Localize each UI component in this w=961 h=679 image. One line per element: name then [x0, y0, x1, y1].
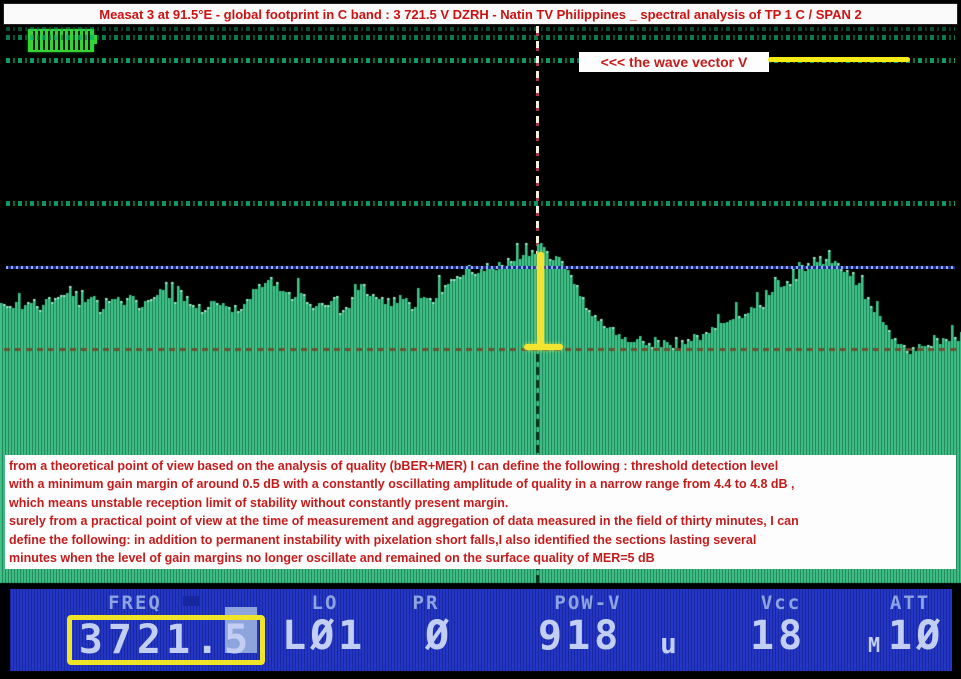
freq-edit-notch — [183, 596, 199, 606]
pow-v-unit: u — [660, 627, 677, 660]
note-line: which means unstable reception limit of … — [9, 494, 956, 512]
att-mode-prefix: M — [868, 633, 880, 657]
spectrum-analyzer-screen: Measat 3 at 91.5°E - global footprint in… — [0, 0, 961, 679]
status-bar: FREQ LO PR POW-V Vcc ATT 3721.5 LØ1 Ø 91… — [10, 589, 952, 671]
freq-value: 3721.5 — [79, 620, 254, 660]
pow-v-label: POW-V — [528, 592, 648, 614]
spectrum-canvas — [0, 0, 961, 679]
note-line: define the following: in addition to per… — [9, 531, 956, 549]
level-reference-line — [6, 266, 955, 269]
freq-label: FREQ — [75, 592, 195, 614]
pr-label: PR — [366, 592, 486, 614]
marker-cursor-bar — [537, 252, 544, 348]
wave-vector-label: <<< the wave vector V — [601, 54, 748, 70]
note-line: minutes when the level of gain margins n… — [9, 549, 956, 567]
note-line: with a minimum gain margin of around 0.5… — [9, 475, 956, 493]
att-label: ATT — [850, 592, 961, 614]
wave-vector-callout: <<< the wave vector V — [579, 52, 769, 72]
att-value: 1Ø — [888, 616, 944, 656]
vcc-label: Vcc — [721, 592, 841, 614]
pr-value: Ø — [425, 616, 453, 656]
marker-cursor-crossbar — [524, 344, 563, 350]
wave-vector-underline — [768, 57, 910, 62]
lo-value: LØ1 — [282, 616, 366, 656]
vcc-value: 18 — [750, 616, 806, 656]
note-line: surely from a practical point of view at… — [9, 512, 956, 530]
analysis-note: from a theoretical point of view based o… — [5, 455, 956, 569]
freq-value-box[interactable]: 3721.5 — [67, 615, 265, 665]
pow-v-value: 918 — [538, 616, 622, 656]
note-line: from a theoretical point of view based o… — [9, 457, 956, 475]
